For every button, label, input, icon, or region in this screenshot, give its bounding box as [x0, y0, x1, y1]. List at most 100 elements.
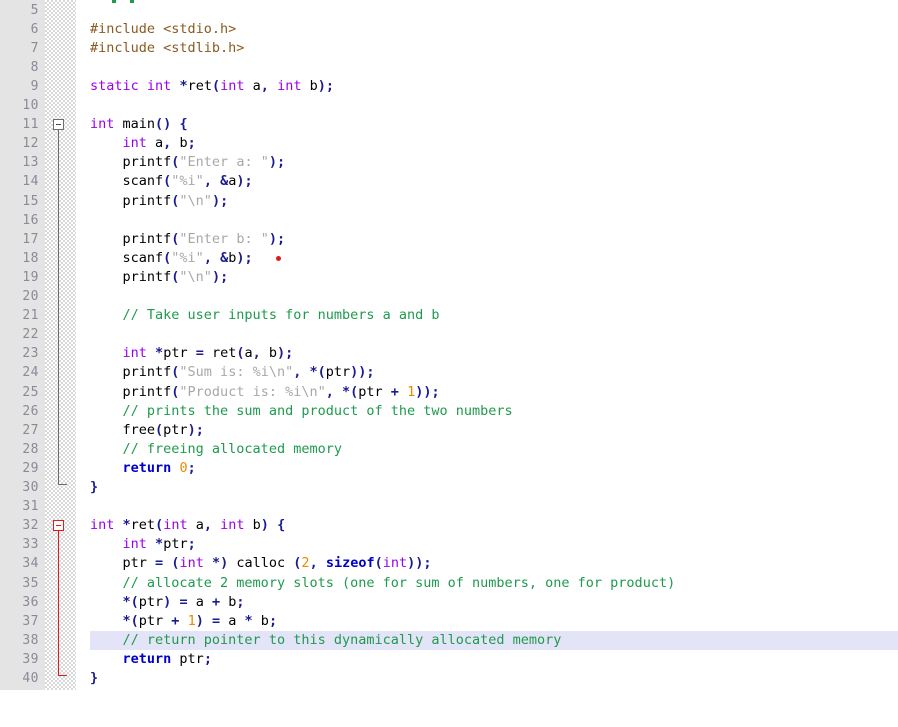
code-token: }: [90, 670, 99, 686]
code-token: static: [90, 77, 139, 94]
code-line[interactable]: // return pointer to this dynamically al…: [90, 631, 562, 650]
code-token: // freeing allocated memory: [122, 440, 342, 457]
code-token: int: [220, 77, 245, 94]
code-token: 1: [407, 383, 416, 400]
code-token: (: [374, 555, 383, 572]
code-line[interactable]: return ptr;: [90, 650, 212, 669]
code-line[interactable]: // prints the sum and product of the two…: [90, 402, 513, 421]
code-token: *(: [309, 364, 326, 381]
code-token: ,: [309, 555, 318, 572]
code-token: int: [220, 517, 245, 534]
code-token: 0: [179, 459, 188, 476]
code-token: b: [260, 345, 278, 362]
code-token: a: [146, 135, 164, 152]
code-line[interactable]: printf("Enter b: ");: [90, 230, 286, 249]
code-line[interactable]: printf("Product is: %i\n", *(ptr + 1));: [90, 383, 440, 402]
code-token: *(: [122, 612, 139, 629]
code-token: ;: [268, 612, 278, 629]
code-token: (: [155, 421, 164, 438]
code-token: printf: [90, 364, 172, 381]
code-line[interactable]: printf("Enter a: ");: [90, 153, 286, 172]
code-line[interactable]: // allocate 2 memory slots (one for sum …: [90, 574, 676, 593]
code-token: printf: [90, 383, 172, 400]
code-token: main: [114, 116, 156, 133]
code-line[interactable]: scanf("%i", &b);: [90, 249, 253, 268]
code-token: "\n": [179, 268, 212, 285]
code-token: 1: [187, 612, 196, 629]
code-line[interactable]: scanf("%i", &a);: [90, 172, 253, 191]
code-token: ,: [260, 77, 269, 94]
code-token: printf: [90, 230, 172, 247]
code-token: +: [211, 593, 221, 610]
code-line[interactable]: int main() {: [90, 115, 188, 134]
code-token: ptr: [138, 593, 164, 610]
code-token: );: [317, 77, 334, 94]
code-line[interactable]: ptr = (int *) calloc (2, sizeof(int));: [90, 554, 432, 573]
code-line[interactable]: }: [90, 478, 98, 497]
code-line[interactable]: int *ptr = ret(a, b);: [90, 344, 294, 363]
code-token: ptr: [138, 612, 172, 629]
code-token: =: [155, 555, 164, 572]
code-line[interactable]: *(ptr + 1) = a * b;: [90, 612, 278, 631]
code-token: ptr: [163, 421, 188, 438]
code-token: int: [122, 345, 147, 362]
code-token: ;: [203, 650, 212, 667]
code-token: ptr: [325, 364, 351, 381]
code-line[interactable]: #include <stdio.h>: [90, 20, 236, 39]
code-token: ,: [203, 173, 212, 190]
code-line[interactable]: printf("\n");: [90, 268, 229, 287]
code-line[interactable]: free(ptr);: [90, 421, 204, 440]
code-token: *(: [342, 383, 359, 400]
code-line[interactable]: #include <stdlib.h>: [90, 39, 244, 58]
code-token: (: [211, 77, 221, 94]
code-token: sizeof: [325, 555, 375, 572]
caret-marker: [276, 255, 281, 261]
code-editor[interactable]: 5 6 7 8 9 10 11 12 13 14 15 16 17 18 19 20 21 22 23 24 25 26 2…: [0, 0, 898, 727]
code-line[interactable]: // freeing allocated memory: [90, 440, 342, 459]
code-line[interactable]: }: [90, 669, 98, 688]
code-token: "Enter a: ": [179, 154, 269, 171]
code-token: ptr: [163, 536, 188, 553]
code-token: );: [268, 154, 286, 171]
code-line[interactable]: return 0;: [90, 459, 196, 478]
code-token: return: [122, 650, 172, 667]
code-token: // return pointer to this dynamically al…: [122, 631, 562, 648]
code-line[interactable]: *(ptr) = a + b;: [90, 593, 245, 612]
code-line[interactable]: int *ret(int a, int b) {: [90, 516, 285, 535]
code-token: *: [122, 517, 131, 534]
code-token: =: [212, 612, 221, 629]
code-line[interactable]: static int *ret(int a, int b);: [90, 77, 334, 96]
code-token: scanf: [90, 249, 164, 266]
code-token: ): [195, 612, 204, 629]
code-token: *: [179, 77, 188, 94]
code-token: );: [211, 192, 229, 209]
code-line[interactable]: printf("\n");: [90, 192, 229, 211]
code-area[interactable]: #include <stdio.h> #include <stdlib.h> sta…: [0, 0, 898, 727]
code-token: printf: [90, 192, 172, 209]
code-line[interactable]: // Take user inputs for numbers a and b: [90, 306, 440, 325]
code-token: ptr: [171, 650, 204, 667]
code-token: ,: [252, 345, 261, 362]
code-token: {: [179, 116, 188, 133]
code-line[interactable]: int a, b;: [90, 134, 196, 153]
code-token: "Product is: %i\n": [179, 383, 326, 400]
code-line[interactable]: printf("Sum is: %i\n", *(ptr));: [90, 363, 375, 382]
code-token: a: [187, 593, 212, 610]
code-token: printf: [90, 154, 172, 171]
code-token: // prints the sum and product of the two…: [122, 402, 513, 419]
code-token: ));: [407, 555, 432, 572]
code-line[interactable]: int *ptr;: [90, 535, 196, 554]
code-token: );: [187, 421, 204, 438]
code-token: ,: [203, 517, 212, 534]
code-token: #include: [90, 39, 164, 56]
code-token: int: [382, 555, 408, 572]
code-token: =: [195, 345, 204, 362]
code-token: int: [146, 77, 172, 94]
